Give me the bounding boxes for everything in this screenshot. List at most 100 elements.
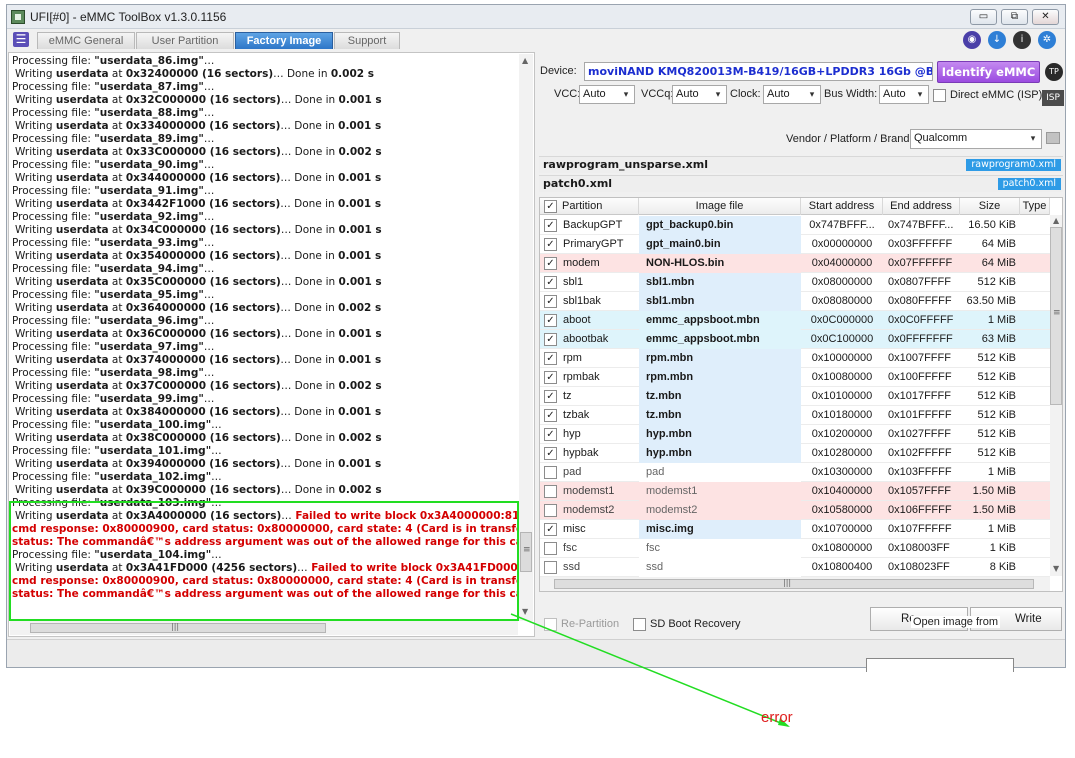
minimize-button[interactable]: ▭ bbox=[970, 9, 997, 25]
cell-size: 1 MiB bbox=[987, 523, 1016, 535]
log-time: 0.002 s bbox=[338, 302, 382, 314]
table-row[interactable]: ✓ aboot emmc_appsboot.mbn 0x0C000000 0x0C0FF… bbox=[540, 311, 1050, 330]
log-text: … bbox=[203, 55, 215, 67]
vcc-select[interactable]: Auto ▾ bbox=[579, 85, 635, 104]
clock-select[interactable]: Auto ▾ bbox=[763, 85, 821, 104]
table-row[interactable]: ✓ hyp hyp.mbn 0x10200000 0x1027FFFF 512 KiB bbox=[540, 425, 1050, 444]
col-end-address[interactable]: End address bbox=[883, 198, 960, 215]
table-row[interactable]: ✓ sbl1bak sbl1.mbn 0x08080000 0x080FFFFF 63.5… bbox=[540, 292, 1050, 311]
table-row[interactable]: ✓ tzbak tz.mbn 0x10180000 0x101FFFFF 512 KiB bbox=[540, 406, 1050, 425]
log-text: Writing bbox=[15, 432, 56, 444]
settings-icon[interactable]: ✲ bbox=[1038, 31, 1056, 49]
log-horizontal-scrollbar[interactable]: ||| bbox=[10, 621, 518, 635]
log-line: Writing userdata at 0x33C000000 (16 sect… bbox=[12, 146, 517, 159]
log-horizontal-thumb[interactable]: ||| bbox=[30, 622, 326, 633]
row-checkbox[interactable]: ✓ bbox=[544, 276, 557, 289]
file-badge[interactable]: patch0.xml bbox=[997, 178, 1061, 190]
row-checkbox[interactable] bbox=[544, 485, 557, 498]
download-icon[interactable]: ↓ bbox=[988, 31, 1006, 49]
bus-width-select[interactable]: Auto ▾ bbox=[879, 85, 929, 104]
tab-support[interactable]: Support bbox=[334, 32, 400, 49]
file-row-rawprogram[interactable]: rawprogram_unsparse.xml rawprogram0.xml bbox=[539, 156, 1063, 173]
cell-size: 16.50 KiB bbox=[968, 219, 1016, 231]
row-checkbox[interactable] bbox=[544, 466, 557, 479]
info-icon[interactable]: i bbox=[1013, 31, 1031, 49]
table-row[interactable]: modemst1 modemst1 0x10400000 0x1057FFFF 1.50… bbox=[540, 482, 1050, 501]
log-address: 0x354000000 (16 sectors) bbox=[125, 250, 281, 262]
row-checkbox[interactable]: ✓ bbox=[544, 409, 557, 422]
device-field[interactable]: moviNAND KMQ820013M-B419/16GB+LPDDR3 16G… bbox=[584, 62, 933, 81]
row-checkbox[interactable]: ✓ bbox=[544, 314, 557, 327]
select-all-checkbox[interactable]: ✓ bbox=[544, 200, 557, 213]
row-checkbox[interactable]: ✓ bbox=[544, 257, 557, 270]
col-image-file[interactable]: Image file bbox=[639, 198, 801, 215]
sd-boot-recovery-checkbox[interactable] bbox=[633, 618, 646, 631]
table-row[interactable]: ✓ abootbak emmc_appsboot.mbn 0x0C100000 0x0F… bbox=[540, 330, 1050, 349]
table-vertical-thumb[interactable]: ≡ bbox=[1050, 227, 1062, 405]
table-row[interactable]: ✓ BackupGPT gpt_backup0.bin 0x747BFFF... 0x7… bbox=[540, 216, 1050, 235]
table-row[interactable]: fsc fsc 0x10800000 0x108003FF 1 KiB bbox=[540, 539, 1050, 558]
row-checkbox[interactable]: ✓ bbox=[544, 238, 557, 251]
table-row[interactable]: ✓ rpmbak rpm.mbn 0x10080000 0x100FFFFF 512 Ki… bbox=[540, 368, 1050, 387]
cell-start-address: 0x10100000 bbox=[811, 390, 873, 402]
table-row[interactable]: ✓ sbl1 sbl1.mbn 0x08000000 0x0807FFFF 512 KiB bbox=[540, 273, 1050, 292]
table-horizontal-thumb[interactable]: ||| bbox=[554, 578, 1034, 589]
table-horizontal-scrollbar[interactable]: ||| bbox=[540, 577, 1050, 591]
table-row[interactable]: pad pad 0x10300000 0x103FFFFF 1 MiB bbox=[540, 463, 1050, 482]
menu-icon[interactable]: ☰ bbox=[13, 32, 29, 47]
log-text: … bbox=[203, 341, 215, 353]
vendor-select[interactable]: Qualcomm ▾ bbox=[910, 129, 1042, 149]
col-partition[interactable]: Partition bbox=[560, 198, 639, 215]
direct-emmc-checkbox[interactable] bbox=[933, 89, 946, 102]
close-button[interactable]: ✕ bbox=[1032, 9, 1059, 25]
row-checkbox[interactable]: ✓ bbox=[544, 523, 557, 536]
row-checkbox[interactable]: ✓ bbox=[544, 219, 557, 232]
scroll-up-icon[interactable]: ▲ bbox=[1053, 216, 1059, 225]
col-start-address[interactable]: Start address bbox=[801, 198, 883, 215]
tab-factory-image[interactable]: Factory Image bbox=[235, 32, 333, 49]
table-row[interactable]: modemst2 modemst2 0x10580000 0x106FFFFF 1.50… bbox=[540, 501, 1050, 520]
file-badge[interactable]: rawprogram0.xml bbox=[966, 159, 1061, 171]
repartition-checkbox[interactable] bbox=[544, 618, 557, 631]
log-text: at bbox=[108, 328, 126, 340]
col-type[interactable]: Type bbox=[1020, 198, 1050, 215]
log-time: 0.002 s bbox=[338, 146, 382, 158]
file-row-patch[interactable]: patch0.xml patch0.xml bbox=[539, 175, 1063, 192]
grip-icon: ≡ bbox=[1053, 308, 1061, 318]
isp-badge[interactable]: ISP bbox=[1042, 90, 1064, 106]
tp-badge[interactable]: TP bbox=[1045, 63, 1063, 81]
table-row[interactable]: ssd ssd 0x10800400 0x108023FF 8 KiB bbox=[540, 558, 1050, 577]
row-checkbox[interactable]: ✓ bbox=[544, 295, 557, 308]
row-checkbox[interactable]: ✓ bbox=[544, 371, 557, 384]
table-row[interactable]: ✓ PrimaryGPT gpt_main0.bin 0x00000000 0x03FF… bbox=[540, 235, 1050, 254]
table-row[interactable]: ✓ modem NON-HLOS.bin 0x04000000 0x07FFFFFF 64… bbox=[540, 254, 1050, 273]
row-checkbox[interactable]: ✓ bbox=[544, 352, 557, 365]
folder-icon[interactable] bbox=[1046, 132, 1060, 144]
table-row[interactable]: ✓ hypbak hyp.mbn 0x10280000 0x102FFFFF 512 Ki… bbox=[540, 444, 1050, 463]
row-checkbox[interactable] bbox=[544, 561, 557, 574]
table-row[interactable]: ✓ tz tz.mbn 0x10100000 0x1017FFFF 512 KiB bbox=[540, 387, 1050, 406]
log-line: Processing file: "userdata_89.img"… bbox=[12, 133, 517, 146]
tab-emmc-general[interactable]: eMMC General bbox=[37, 32, 135, 49]
row-checkbox[interactable]: ✓ bbox=[544, 428, 557, 441]
log-line: Writing userdata at 0x36C000000 (16 sect… bbox=[12, 328, 517, 341]
identify-emmc-button[interactable]: Identify eMMC bbox=[937, 61, 1040, 83]
row-checkbox[interactable]: ✓ bbox=[544, 333, 557, 346]
col-size[interactable]: Size bbox=[960, 198, 1020, 215]
row-checkbox[interactable]: ✓ bbox=[544, 447, 557, 460]
row-checkbox[interactable]: ✓ bbox=[544, 390, 557, 403]
row-checkbox[interactable] bbox=[544, 504, 557, 517]
panel-splitter[interactable] bbox=[528, 52, 536, 637]
globe-icon[interactable]: ◉ bbox=[963, 31, 981, 49]
log-text: Done in bbox=[291, 328, 339, 340]
tab-user-partition[interactable]: User Partition bbox=[136, 32, 234, 49]
scroll-down-icon[interactable]: ▼ bbox=[1053, 564, 1059, 573]
log-text: at bbox=[108, 458, 126, 470]
restore-button[interactable]: ⧉ bbox=[1001, 9, 1028, 25]
table-row[interactable]: ✓ rpm rpm.mbn 0x10000000 0x1007FFFF 512 KiB bbox=[540, 349, 1050, 368]
vccq-select[interactable]: Auto ▾ bbox=[672, 85, 727, 104]
table-row[interactable]: ✓ misc misc.img 0x10700000 0x107FFFFF 1 MiB bbox=[540, 520, 1050, 539]
row-checkbox[interactable] bbox=[544, 542, 557, 555]
table-vertical-scrollbar[interactable]: ▲ ≡ ▼ bbox=[1050, 215, 1062, 576]
log-text: … bbox=[280, 380, 292, 392]
